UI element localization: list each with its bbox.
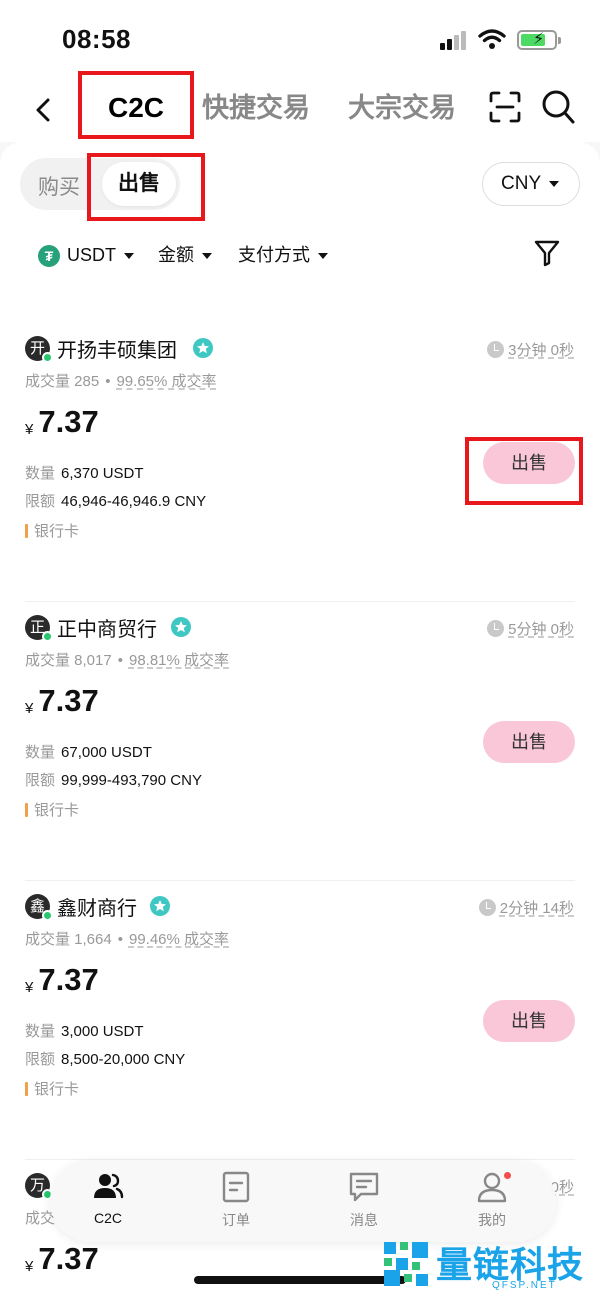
clock-icon — [478, 899, 496, 916]
price: ¥7.37 — [25, 404, 99, 439]
bottom-tab-bar: C2C 订单 消息 我的 — [50, 1160, 556, 1242]
watermark-logo-icon — [384, 1242, 428, 1286]
payment-time: 3分钟 0秒 — [487, 339, 574, 360]
wifi-icon — [478, 29, 506, 49]
payment-time: 5分钟 0秒 — [487, 618, 574, 639]
verified-badge-icon — [193, 338, 213, 358]
amount-filter[interactable]: 金额 — [158, 242, 212, 268]
chevron-down-icon — [124, 253, 134, 260]
users-icon — [94, 1173, 124, 1199]
payment-time: 2分钟 14秒 — [478, 897, 574, 918]
back-button[interactable] — [28, 90, 60, 130]
merchant-stats: 成交量 1,664 • 99.46% 成交率 — [25, 931, 230, 948]
sell-button[interactable]: 出售 — [483, 1000, 575, 1042]
filter-icon[interactable] — [534, 238, 560, 268]
tether-icon: ₮ — [38, 245, 60, 268]
price: ¥7.37 — [25, 1241, 99, 1276]
payment-filter[interactable]: 支付方式 — [238, 242, 328, 268]
scan-icon[interactable] — [488, 90, 522, 124]
online-indicator — [42, 910, 53, 921]
tab-bar-messages[interactable]: 消息 — [324, 1170, 404, 1234]
sell-tab[interactable]: 出售 — [102, 162, 176, 206]
tab-block-trade[interactable]: 大宗交易 — [348, 86, 456, 130]
merchant-avatar: 鑫 — [25, 894, 53, 921]
tab-bar-orders[interactable]: 订单 — [196, 1170, 276, 1234]
listing-card: 鑫 鑫财商行 2分钟 14秒 成交量 1,664 • 99.46% 成交率 ¥7.3… — [0, 880, 600, 1160]
merchant-stats: 成交量 285 • 99.65% 成交率 — [25, 373, 217, 390]
listing-card: 正 正中商贸行 5分钟 0秒 成交量 8,017 • 98.81% 成交率 ¥7.3… — [0, 601, 600, 881]
battery-icon: ⚡ — [517, 30, 557, 50]
home-indicator — [194, 1276, 406, 1284]
payment-method: 银行卡 — [25, 520, 79, 541]
chevron-down-icon — [318, 253, 328, 260]
verified-badge-icon — [150, 896, 170, 916]
tab-bar-c2c[interactable]: C2C — [68, 1170, 148, 1234]
online-indicator — [42, 631, 53, 642]
message-icon — [349, 1172, 379, 1202]
listing-card: 开 开扬丰硕集团 3分钟 0秒 成交量 285 • 99.65% 成交率 ¥7.37… — [0, 322, 600, 602]
search-icon[interactable] — [540, 88, 576, 126]
price: ¥7.37 — [25, 683, 99, 718]
currency-selector[interactable]: CNY — [482, 162, 580, 206]
merchant-name[interactable]: 正中商贸行 — [57, 613, 157, 642]
merchant-avatar: 开 — [25, 336, 53, 363]
currency-value: CNY — [501, 173, 542, 194]
status-bar: 08:58 ⚡ — [0, 0, 600, 80]
verified-badge-icon — [171, 617, 191, 637]
status-time: 08:58 — [62, 24, 131, 54]
clock-icon — [487, 341, 505, 358]
limit-row: 限额 46,946-46,946.9 CNY — [25, 493, 207, 510]
limit-row: 限额 8,500-20,000 CNY — [25, 1051, 186, 1068]
tab-quick-trade[interactable]: 快捷交易 — [202, 86, 310, 130]
asset-filter[interactable]: ₮ USDT — [38, 242, 134, 268]
merchant-name[interactable]: 开扬丰硕集团 — [57, 334, 177, 363]
amount-filter-label: 金额 — [158, 245, 194, 265]
payment-method: 银行卡 — [25, 799, 79, 820]
merchant-stats: 成交量 8,017 • 98.81% 成交率 — [25, 652, 230, 669]
merchant-avatar: 万 — [25, 1173, 53, 1200]
quantity-row: 数量 3,000 USDT — [25, 1023, 144, 1040]
online-indicator — [42, 352, 53, 363]
merchant-name[interactable]: 鑫财商行 — [57, 892, 137, 921]
notification-badge — [504, 1172, 511, 1179]
payment-method: 银行卡 — [25, 1078, 79, 1099]
watermark: 量链科技 QFSP.NET — [380, 1234, 598, 1296]
buy-tab[interactable]: 购买 — [38, 171, 80, 201]
cellular-signal-icon — [440, 30, 468, 50]
chevron-down-icon — [202, 253, 212, 260]
top-nav: C2C 快捷交易 大宗交易 — [0, 80, 600, 142]
tab-bar-profile[interactable]: 我的 — [452, 1170, 532, 1234]
price: ¥7.37 — [25, 962, 99, 997]
quantity-row: 数量 6,370 USDT — [25, 465, 144, 482]
sell-button[interactable]: 出售 — [483, 442, 575, 484]
battery-cap — [558, 37, 561, 44]
sell-button[interactable]: 出售 — [483, 721, 575, 763]
limit-row: 限额 99,999-493,790 CNY — [25, 772, 202, 789]
clock-icon — [487, 620, 505, 637]
tab-c2c[interactable]: C2C — [108, 86, 164, 130]
payment-filter-label: 支付方式 — [238, 245, 310, 265]
filter-row: ₮ USDT 金额 支付方式 — [0, 236, 600, 276]
chevron-down-icon — [549, 180, 560, 187]
merchant-avatar: 正 — [25, 615, 53, 642]
order-icon — [222, 1171, 250, 1203]
asset-filter-label: USDT — [67, 245, 116, 265]
quantity-row: 数量 67,000 USDT — [25, 744, 152, 761]
